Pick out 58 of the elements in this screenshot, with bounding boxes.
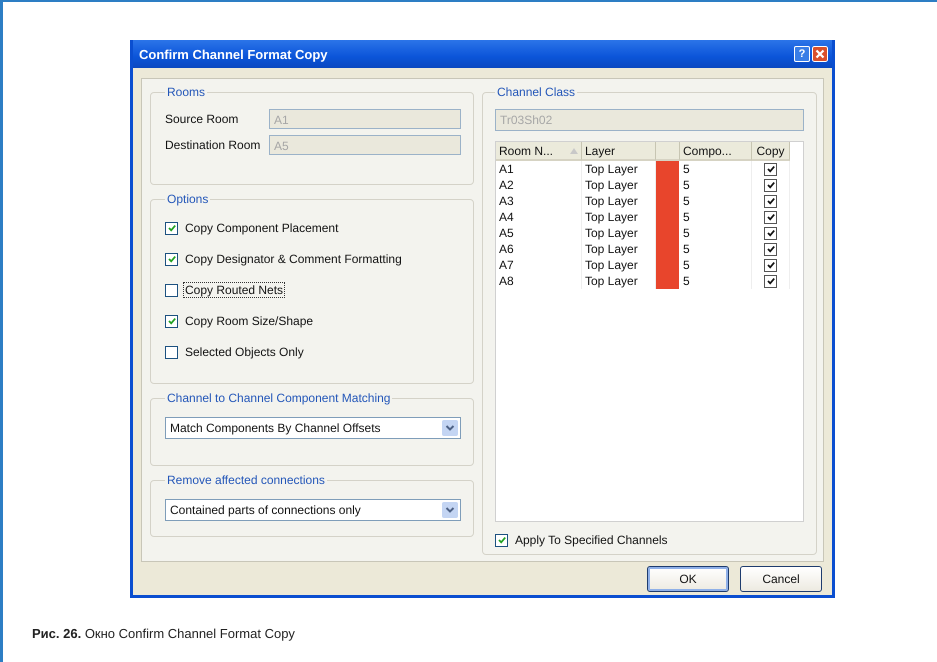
- checkbox-label: Copy Designator & Comment Formatting: [184, 251, 403, 267]
- table-cell: A4: [496, 209, 582, 225]
- checkbox[interactable]: [165, 346, 178, 358]
- column-header[interactable]: Compo...: [680, 142, 752, 161]
- group-title: Channel Class: [496, 85, 576, 99]
- dialog-button[interactable]: OK: [647, 566, 729, 592]
- field-label: Destination Room: [165, 138, 262, 152]
- checkbox-label: Copy Routed Nets: [183, 282, 286, 298]
- checkbox[interactable]: [764, 274, 777, 288]
- column-header[interactable]: Layer: [582, 142, 656, 161]
- dropdown[interactable]: Contained parts of connections only: [165, 499, 461, 521]
- checkbox[interactable]: [764, 178, 777, 192]
- table-cell: A3: [496, 193, 582, 209]
- group-title: Rooms: [166, 85, 206, 99]
- group-title: Remove affected connections: [166, 473, 326, 487]
- group-title: Channel to Channel Component Matching: [166, 391, 392, 405]
- figure-caption: Рис. 26. Окно Confirm Channel Format Copy: [32, 626, 296, 641]
- window-title: Confirm Channel Format Copy: [139, 46, 328, 62]
- table-cell: 5: [680, 161, 752, 177]
- checkbox[interactable]: [764, 242, 777, 256]
- checkbox[interactable]: [165, 252, 178, 266]
- checkbox[interactable]: [764, 194, 777, 208]
- table-cell: 5: [680, 177, 752, 193]
- table-cell: A8: [496, 273, 582, 289]
- checkbox[interactable]: [165, 314, 178, 328]
- field-label: Source Room: [165, 112, 240, 126]
- column-header[interactable]: Room N...: [496, 142, 582, 161]
- table-cell: A5: [496, 225, 582, 241]
- help-button[interactable]: ?: [794, 46, 810, 62]
- checkbox-label: Copy Component Placement: [184, 220, 340, 236]
- checkbox[interactable]: [764, 162, 777, 176]
- table-cell: 5: [680, 273, 752, 289]
- checkbox[interactable]: [764, 258, 777, 272]
- checkbox[interactable]: [165, 284, 178, 296]
- checkbox[interactable]: [764, 210, 777, 224]
- checkbox[interactable]: [764, 226, 777, 240]
- checkbox-label: Apply To Specified Channels: [514, 532, 669, 548]
- dialog-button[interactable]: Cancel: [740, 566, 822, 592]
- group-title: Options: [166, 192, 210, 206]
- checkbox-label: Selected Objects Only: [184, 344, 305, 360]
- table-cell: 5: [680, 209, 752, 225]
- table-cell: 5: [680, 241, 752, 257]
- column-header[interactable]: Copy: [752, 142, 790, 161]
- table-cell: A7: [496, 257, 582, 273]
- table-cell: A2: [496, 177, 582, 193]
- checkbox[interactable]: [495, 534, 508, 546]
- caret-icon: [442, 502, 458, 518]
- table-cell: A1: [496, 161, 582, 177]
- close-icon[interactable]: [812, 46, 828, 62]
- checkbox[interactable]: [165, 222, 178, 234]
- checkbox-label: Copy Room Size/Shape: [184, 313, 314, 329]
- sort-icon: [570, 148, 578, 154]
- table-cell: A6: [496, 241, 582, 257]
- table-cell: 5: [680, 225, 752, 241]
- table-cell: 5: [680, 257, 752, 273]
- table-cell: 5: [680, 193, 752, 209]
- dropdown[interactable]: Match Components By Channel Offsets: [165, 417, 461, 439]
- caret-icon: [442, 420, 458, 436]
